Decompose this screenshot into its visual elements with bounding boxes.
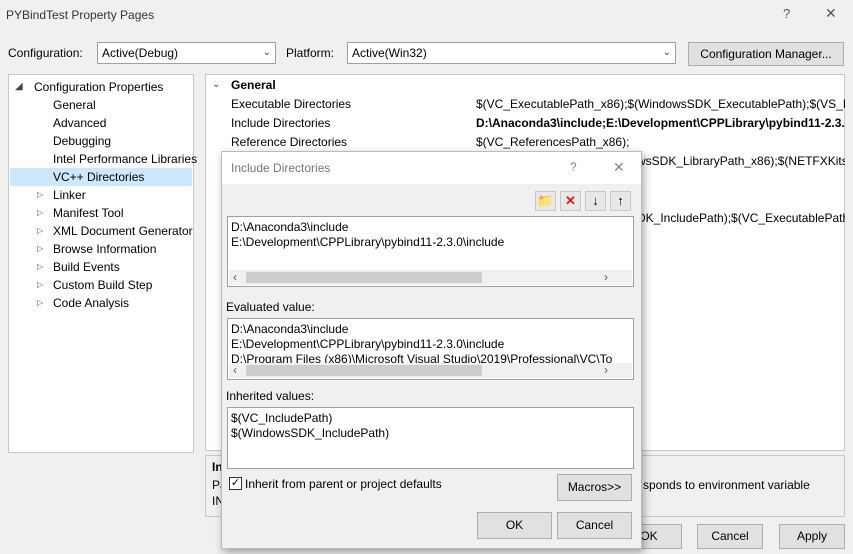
section-header: General bbox=[231, 78, 276, 92]
configuration-manager-button[interactable]: Configuration Manager... bbox=[688, 42, 844, 66]
list-item[interactable]: E:\Development\CPPLibrary\pybind11-2.3.0… bbox=[228, 235, 633, 250]
inherit-checkbox-label[interactable]: Inherit from parent or project defaults bbox=[245, 477, 442, 491]
chevron-down-icon: ⌄ bbox=[662, 47, 671, 58]
evaluated-line: E:\Development\CPPLibrary\pybind11-2.3.0… bbox=[231, 337, 505, 351]
property-name[interactable]: Include Directories bbox=[231, 114, 330, 133]
evaluated-line: D:\Anaconda3\include bbox=[231, 322, 349, 336]
tree-item-label: Advanced bbox=[53, 116, 107, 130]
collapse-icon[interactable]: ⌄ bbox=[212, 79, 220, 90]
tree-item[interactable]: ▷ Build Events bbox=[10, 258, 192, 276]
tree-item[interactable]: General bbox=[10, 96, 192, 114]
help-button[interactable]: ? bbox=[783, 6, 790, 21]
tree-item[interactable]: ▷ Code Analysis bbox=[10, 294, 192, 312]
tree-item-label: Linker bbox=[53, 188, 86, 202]
description-text: sponds to environment variable bbox=[643, 478, 810, 492]
property-tree[interactable]: ◢ Configuration Properties General Advanc… bbox=[8, 74, 197, 453]
move-up-icon[interactable]: ↑ bbox=[610, 191, 631, 211]
dialog-close-button[interactable]: ✕ bbox=[613, 159, 625, 176]
tree-item-label: Code Analysis bbox=[53, 296, 130, 310]
expand-icon[interactable]: ▷ bbox=[37, 186, 43, 204]
configuration-label: Configuration: bbox=[8, 46, 83, 60]
tree-root[interactable]: Configuration Properties bbox=[34, 78, 163, 96]
property-value[interactable]: D:\Anaconda3\include;E:\Development\CPPL… bbox=[476, 114, 845, 133]
tree-item[interactable]: ▷ Browse Information bbox=[10, 240, 192, 258]
tree-item-label: XML Document Generator bbox=[53, 224, 193, 238]
expand-icon[interactable]: ▷ bbox=[37, 222, 43, 240]
expand-icon[interactable]: ▷ bbox=[37, 258, 43, 276]
tree-item[interactable]: Advanced bbox=[10, 114, 192, 132]
tree-item-label: Build Events bbox=[53, 260, 120, 274]
cancel-button[interactable]: Cancel bbox=[697, 524, 763, 549]
dialog-title: Include Directories bbox=[231, 161, 331, 175]
tree-item[interactable]: ▷ Custom Build Step bbox=[10, 276, 192, 294]
configuration-select[interactable]: Active(Debug) ⌄ bbox=[97, 42, 276, 64]
platform-label: Platform: bbox=[286, 46, 335, 60]
tree-item[interactable]: Debugging bbox=[10, 132, 192, 150]
new-folder-icon[interactable]: 📁 bbox=[535, 191, 556, 211]
inherit-checkbox[interactable]: ✓ bbox=[229, 477, 242, 490]
tree-item-label: Debugging bbox=[53, 134, 112, 148]
dialog-help-button[interactable]: ? bbox=[570, 160, 577, 174]
macros-button[interactable]: Macros>> bbox=[557, 474, 632, 501]
expand-icon[interactable]: ▷ bbox=[37, 276, 43, 294]
configuration-value: Active(Debug) bbox=[102, 46, 179, 60]
tree-item[interactable]: Intel Performance Libraries bbox=[10, 150, 197, 168]
tree-item[interactable]: VC++ Directories bbox=[10, 168, 192, 186]
inherited-values-box: $(VC_IncludePath) $(WindowsSDK_IncludePa… bbox=[227, 407, 634, 469]
move-down-icon[interactable]: ↓ bbox=[585, 191, 606, 211]
tree-item[interactable]: ▷ XML Document Generator bbox=[10, 222, 193, 240]
property-value[interactable]: $(VC_ExecutablePath_x86);$(WindowsSDK_Ex… bbox=[476, 95, 845, 114]
inherited-label: Inherited values: bbox=[226, 389, 315, 403]
include-directories-dialog: Include Directories ? ✕ 📁 ✕ ↓ ↑ D:\Anaco… bbox=[221, 151, 642, 549]
directory-list[interactable]: D:\Anaconda3\include E:\Development\CPPL… bbox=[227, 216, 634, 287]
window-title: PYBindTest Property Pages bbox=[6, 8, 155, 22]
inherited-line: $(VC_IncludePath) bbox=[231, 411, 333, 425]
library-directories-value[interactable]: wsSDK_LibraryPath_x86);$(NETFXKitsDi bbox=[637, 152, 845, 171]
inherited-line: $(WindowsSDK_IncludePath) bbox=[231, 426, 390, 440]
evaluated-value-box: D:\Anaconda3\include E:\Development\CPPL… bbox=[227, 318, 634, 380]
platform-value: Active(Win32) bbox=[352, 46, 427, 60]
tree-item-label: Custom Build Step bbox=[53, 278, 153, 292]
dialog-ok-button[interactable]: OK bbox=[477, 512, 552, 539]
tree-item-label: VC++ Directories bbox=[53, 170, 145, 184]
property-name[interactable]: Reference Directories bbox=[231, 133, 347, 152]
exclude-directories-value[interactable]: DK_IncludePath);$(VC_ExecutablePath_ bbox=[637, 209, 845, 228]
apply-button[interactable]: Apply bbox=[779, 524, 845, 549]
platform-select[interactable]: Active(Win32) ⌄ bbox=[347, 42, 676, 64]
expand-icon[interactable]: ▷ bbox=[37, 204, 43, 222]
evaluated-label: Evaluated value: bbox=[226, 300, 315, 314]
tree-item-label: Browse Information bbox=[53, 242, 157, 256]
property-name[interactable]: Executable Directories bbox=[231, 95, 351, 114]
horizontal-scrollbar[interactable]: ‹ › bbox=[229, 270, 632, 285]
tree-item-label: Manifest Tool bbox=[53, 206, 124, 220]
tree-item-label: General bbox=[53, 98, 96, 112]
expand-icon[interactable]: ▷ bbox=[37, 294, 43, 312]
delete-icon[interactable]: ✕ bbox=[560, 191, 581, 211]
tree-item[interactable]: ▷ Linker bbox=[10, 186, 192, 204]
expand-icon[interactable]: ▷ bbox=[37, 240, 43, 258]
close-button[interactable]: ✕ bbox=[825, 5, 837, 22]
dialog-cancel-button[interactable]: Cancel bbox=[557, 512, 632, 539]
list-item[interactable]: D:\Anaconda3\include bbox=[228, 220, 633, 235]
tree-item-label: Intel Performance Libraries bbox=[53, 152, 198, 166]
horizontal-scrollbar[interactable]: ‹ › bbox=[229, 363, 632, 378]
property-value[interactable]: $(VC_ReferencesPath_x86); bbox=[476, 133, 845, 152]
collapse-icon[interactable]: ◢ bbox=[15, 78, 23, 96]
chevron-down-icon: ⌄ bbox=[262, 47, 271, 58]
tree-item[interactable]: ▷ Manifest Tool bbox=[10, 204, 192, 222]
